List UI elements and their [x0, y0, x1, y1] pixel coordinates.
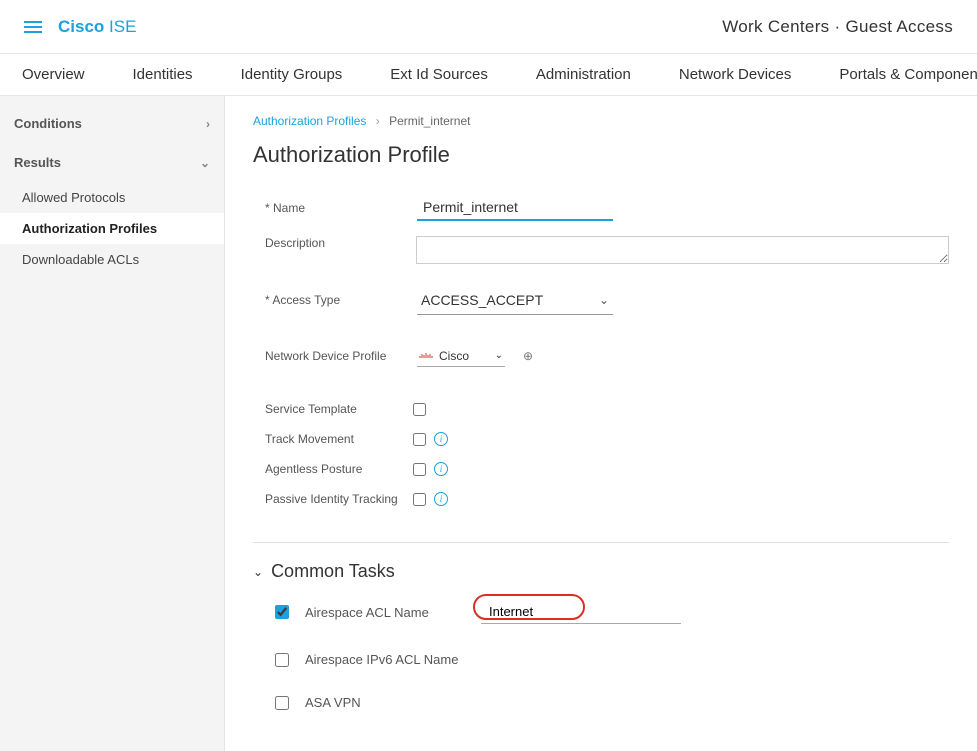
page-title: Authorization Profile — [253, 142, 949, 168]
top-bar: Cisco ISE Work Centers · Guest Access — [0, 0, 977, 54]
section-title-label: Common Tasks — [271, 561, 395, 582]
cisco-icon — [419, 352, 433, 360]
breadcrumb: Authorization Profiles › Permit_internet — [253, 114, 949, 128]
sidebar-group-label: Results — [14, 155, 61, 170]
tab-portals-components[interactable]: Portals & Components — [839, 66, 977, 83]
name-label: Name — [265, 201, 405, 215]
breadcrumb-current: Permit_internet — [389, 114, 470, 128]
name-input[interactable] — [417, 195, 613, 221]
info-icon[interactable]: i — [434, 492, 448, 506]
chevron-down-icon: ⌄ — [495, 350, 503, 361]
ndp-value: Cisco — [439, 349, 469, 363]
plus-icon[interactable]: ⊕ — [523, 349, 533, 363]
tab-network-devices[interactable]: Network Devices — [679, 66, 792, 83]
task-airespace-ipv6: Airespace IPv6 ACL Name — [253, 652, 949, 667]
track-movement-label: Track Movement — [265, 432, 405, 446]
sidebar-item-downloadable-acls[interactable]: Downloadable ACLs — [0, 244, 224, 275]
airespace-acl-checkbox[interactable] — [275, 605, 289, 619]
description-label: Description — [265, 236, 404, 250]
airespace-acl-label: Airespace ACL Name — [305, 605, 465, 620]
tab-identities[interactable]: Identities — [133, 66, 193, 83]
ndp-label: Network Device Profile — [265, 349, 405, 363]
sidebar-group-conditions[interactable]: Conditions › — [0, 104, 224, 143]
breadcrumb-parent-link[interactable]: Authorization Profiles — [253, 114, 366, 128]
main-content: Authorization Profiles › Permit_internet… — [225, 96, 977, 751]
chevron-down-icon: ⌄ — [253, 565, 263, 579]
menu-icon[interactable] — [24, 21, 42, 33]
chevron-down-icon: ⌄ — [200, 156, 210, 170]
tab-identity-groups[interactable]: Identity Groups — [241, 66, 343, 83]
info-icon[interactable]: i — [434, 462, 448, 476]
passive-label: Passive Identity Tracking — [265, 492, 405, 506]
chevron-right-icon: › — [206, 117, 210, 131]
agentless-checkbox[interactable] — [413, 463, 426, 476]
track-movement-checkbox[interactable] — [413, 433, 426, 446]
divider — [253, 542, 949, 543]
airespace-acl-input[interactable] — [481, 600, 681, 624]
passive-checkbox[interactable] — [413, 493, 426, 506]
tab-administration[interactable]: Administration — [536, 66, 631, 83]
agentless-label: Agentless Posture — [265, 462, 405, 476]
tab-overview[interactable]: Overview — [22, 66, 85, 83]
sidebar-item-allowed-protocols[interactable]: Allowed Protocols — [0, 182, 224, 213]
brand-logo: Cisco ISE — [58, 17, 136, 37]
top-tabs: Overview Identities Identity Groups Ext … — [0, 54, 977, 96]
asa-vpn-checkbox[interactable] — [275, 696, 289, 710]
access-type-value: ACCESS_ACCEPT — [421, 292, 543, 308]
airespace-ipv6-checkbox[interactable] — [275, 653, 289, 667]
sidebar-group-results[interactable]: Results ⌄ — [0, 143, 224, 182]
airespace-ipv6-label: Airespace IPv6 ACL Name — [305, 652, 465, 667]
chevron-down-icon: ⌄ — [599, 293, 609, 307]
info-icon[interactable]: i — [434, 432, 448, 446]
service-template-checkbox[interactable] — [413, 403, 426, 416]
asa-vpn-label: ASA VPN — [305, 695, 465, 710]
tab-ext-id-sources[interactable]: Ext Id Sources — [390, 66, 488, 83]
header-path: Work Centers · Guest Access — [722, 17, 953, 37]
sidebar: Conditions › Results ⌄ Allowed Protocols… — [0, 96, 225, 751]
sidebar-group-label: Conditions — [14, 116, 82, 131]
sidebar-item-authorization-profiles[interactable]: Authorization Profiles — [0, 213, 224, 244]
chevron-right-icon: › — [376, 114, 380, 128]
access-type-dropdown[interactable]: ACCESS_ACCEPT ⌄ — [417, 286, 613, 315]
service-template-label: Service Template — [265, 402, 405, 416]
common-tasks-toggle[interactable]: ⌄ Common Tasks — [253, 561, 949, 582]
task-asa-vpn: ASA VPN — [253, 695, 949, 710]
ndp-dropdown[interactable]: Cisco ⌄ — [417, 346, 505, 367]
access-type-label: Access Type — [265, 293, 405, 307]
description-input[interactable] — [416, 236, 949, 264]
task-airespace-acl: Airespace ACL Name — [253, 600, 949, 624]
